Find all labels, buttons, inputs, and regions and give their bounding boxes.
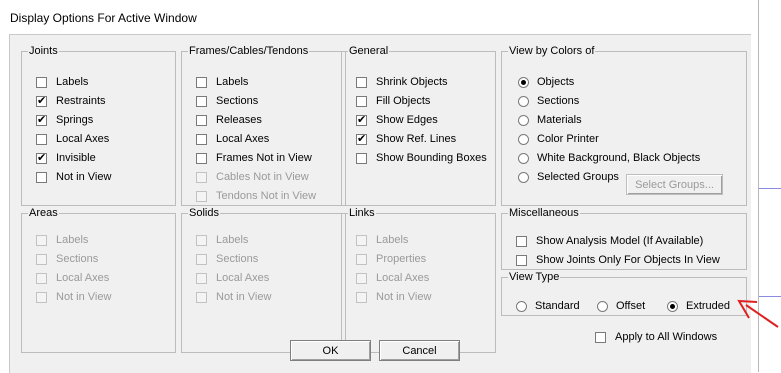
annotation-arrow-icon <box>737 299 779 328</box>
annotation-arrow-shaft <box>745 304 779 328</box>
